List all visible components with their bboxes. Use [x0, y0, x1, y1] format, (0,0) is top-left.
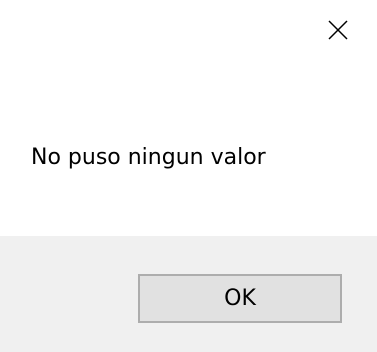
dialog-message: No puso ningun valor [31, 145, 266, 170]
message-dialog: No puso ningun valor OK [0, 0, 377, 352]
close-button[interactable] [314, 6, 362, 54]
dialog-footer: OK [0, 236, 377, 352]
ok-button[interactable]: OK [138, 274, 342, 323]
close-icon [328, 20, 348, 40]
